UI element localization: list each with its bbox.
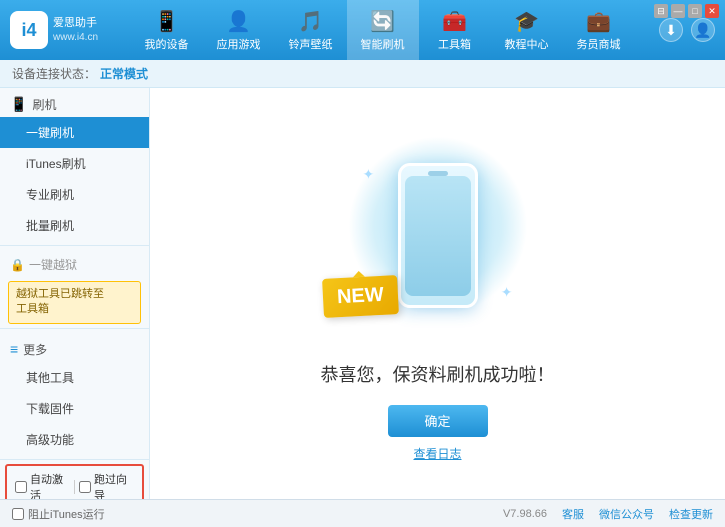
auto-activate-row: 自动激活 跑过向导	[5, 464, 144, 499]
footer-link-customer[interactable]: 客服	[562, 506, 584, 522]
sidebar: 📱 刷机 一键刷机 iTunes刷机 专业刷机 批量刷机 🔒 一键越狱	[0, 88, 150, 499]
divider-v	[74, 480, 75, 494]
sidebar-divider-1	[0, 245, 149, 246]
toolbox-icon: 🧰	[442, 9, 467, 34]
tab-smart-flash[interactable]: 🔄 智能刷机	[347, 0, 419, 60]
smart-flash-icon: 🔄	[370, 9, 395, 34]
main-layout: 📱 刷机 一键刷机 iTunes刷机 专业刷机 批量刷机 🔒 一键越狱	[0, 88, 725, 499]
confirm-button[interactable]: 确定	[388, 405, 488, 437]
sidebar-group-flash: 📱 刷机	[0, 88, 149, 117]
phone-screen	[405, 176, 471, 296]
sidebar-item-itunes-flash[interactable]: iTunes刷机	[0, 148, 149, 179]
sidebar-item-pro-flash[interactable]: 专业刷机	[0, 179, 149, 210]
ringtone-icon: 🎵	[298, 9, 323, 34]
more-group-icon: ≡	[10, 341, 18, 357]
close-button[interactable]: ✕	[705, 4, 719, 18]
content-area: ✦ ✦ ✦ NEW 恭喜您，保资料刷机成功啦！ 确定 查看日志	[150, 88, 725, 499]
phone-illustration: ✦ ✦ ✦ NEW	[338, 126, 538, 346]
flash-group-icon: 📱	[10, 96, 27, 113]
download-button[interactable]: ⬇	[659, 18, 683, 42]
sparkle-1: ✦	[491, 146, 503, 163]
sidebar-group-more: ≡ 更多	[0, 333, 149, 362]
guide-activate-checkbox-label[interactable]: 跑过向导	[79, 471, 134, 499]
sidebar-divider-2	[0, 328, 149, 329]
sidebar-disabled-jailbreak: 🔒 一键越狱	[0, 250, 149, 277]
log-link[interactable]: 查看日志	[413, 445, 461, 462]
service-icon: 💼	[586, 9, 611, 34]
version-label: V7.98.66	[503, 508, 547, 520]
phone-camera	[428, 171, 448, 176]
sidebar-item-advanced[interactable]: 高级功能	[0, 424, 149, 455]
success-message: 恭喜您，保资料刷机成功啦！	[321, 361, 555, 387]
sidebar-notice: 越狱工具已跳转至工具箱	[8, 281, 141, 324]
new-badge: NEW	[322, 275, 399, 318]
maximize-button[interactable]: □	[688, 4, 702, 18]
my-device-icon: 📱	[154, 9, 179, 34]
minimize-button[interactable]: —	[671, 4, 685, 18]
tab-ringtone[interactable]: 🎵 铃声壁纸	[275, 0, 347, 60]
footer-link-wechat[interactable]: 微信公众号	[599, 506, 654, 522]
tab-my-device[interactable]: 📱 我的设备	[131, 0, 203, 60]
sidebar-item-other-tools[interactable]: 其他工具	[0, 362, 149, 393]
window-controls: ⊟ — □ ✕	[654, 4, 719, 18]
auto-activate-checkbox[interactable]	[15, 481, 27, 493]
sidebar-item-one-key-flash[interactable]: 一键刷机	[0, 117, 149, 148]
logo-text: 爱思助手 www.i4.cn	[53, 16, 98, 43]
sidebar-divider-3	[0, 459, 149, 460]
lock-icon: 🔒	[10, 258, 25, 272]
apps-games-icon: 👤	[226, 9, 251, 34]
stop-itunes-checkbox[interactable]	[12, 508, 24, 520]
phone-body	[398, 163, 478, 308]
sparkle-3: ✦	[501, 284, 513, 301]
sparkle-2: ✦	[363, 166, 375, 183]
sidebar-item-download-firmware[interactable]: 下载固件	[0, 393, 149, 424]
logo-area: i4 爱思助手 www.i4.cn	[10, 11, 130, 49]
sidebar-item-batch-flash[interactable]: 批量刷机	[0, 210, 149, 241]
guide-activate-checkbox[interactable]	[79, 481, 91, 493]
nav-tabs: 📱 我的设备 👤 应用游戏 🎵 铃声壁纸 🔄 智能刷机 🧰 工具箱 🎓	[130, 0, 635, 60]
tab-tutorial[interactable]: 🎓 教程中心	[491, 0, 563, 60]
user-button[interactable]: 👤	[691, 18, 715, 42]
footer-left: 阻止iTunes运行	[12, 506, 503, 522]
app-logo: i4	[10, 11, 48, 49]
tab-service[interactable]: 💼 务员商城	[563, 0, 635, 60]
tutorial-icon: 🎓	[514, 9, 539, 34]
header: i4 爱思助手 www.i4.cn 📱 我的设备 👤 应用游戏 🎵 铃声壁纸 🔄…	[0, 0, 725, 60]
footer-link-update[interactable]: 检查更新	[669, 506, 713, 522]
wifi-button[interactable]: ⊟	[654, 4, 668, 18]
tab-apps-games[interactable]: 👤 应用游戏	[203, 0, 275, 60]
tab-toolbox[interactable]: 🧰 工具箱	[419, 0, 491, 60]
footer: 阻止iTunes运行 V7.98.66 客服 微信公众号 检查更新	[0, 499, 725, 527]
header-right: ⬇ 👤	[635, 18, 715, 42]
auto-activate-checkbox-label[interactable]: 自动激活	[15, 471, 70, 499]
status-bar: 设备连接状态： 正常模式	[0, 60, 725, 88]
footer-right: V7.98.66 客服 微信公众号 检查更新	[503, 506, 713, 522]
